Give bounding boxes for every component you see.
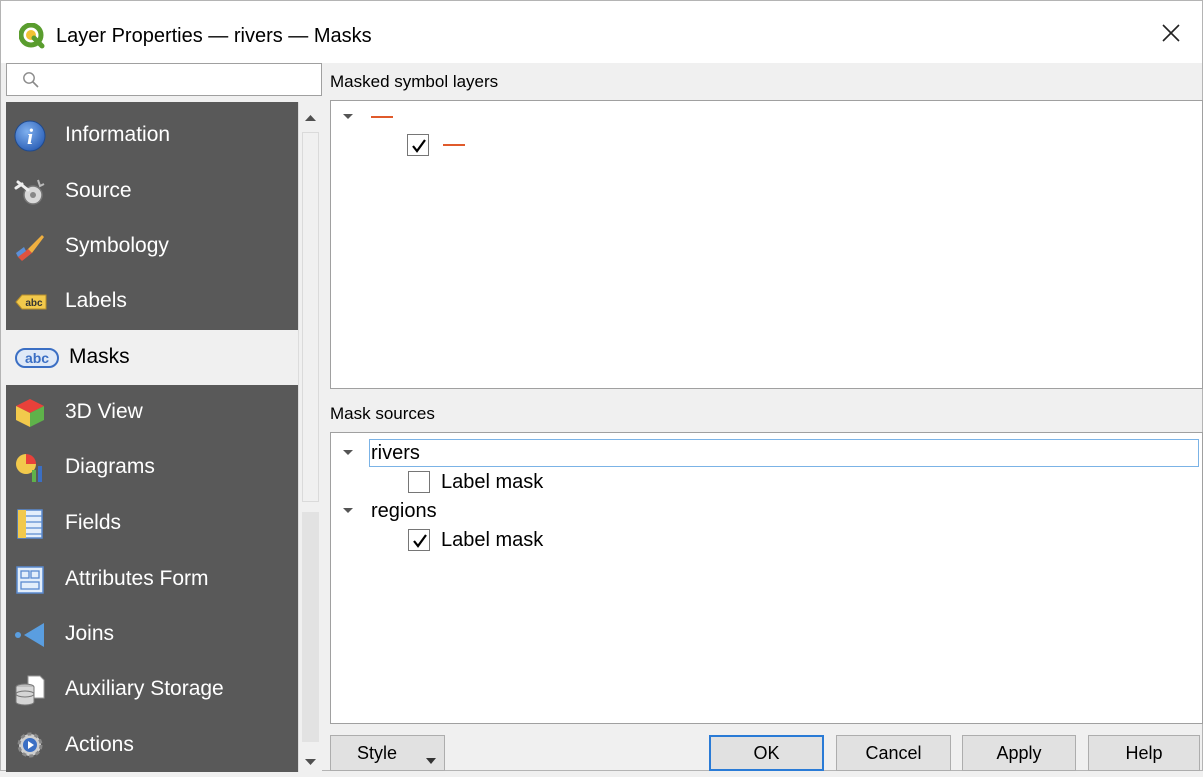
layer-name: rivers bbox=[371, 442, 420, 464]
3d-view-icon bbox=[14, 397, 46, 429]
sidebar-item-auxiliary-storage[interactable]: Auxiliary Storage bbox=[6, 662, 298, 717]
line-symbol-icon bbox=[443, 144, 465, 146]
tree-row-regions-label-mask[interactable]: Label mask bbox=[408, 527, 543, 553]
diagrams-icon bbox=[14, 452, 46, 484]
sidebar-item-label: Diagrams bbox=[65, 455, 155, 478]
search-box[interactable] bbox=[6, 63, 322, 96]
title-bar: Layer Properties — rivers — Masks bbox=[1, 1, 1202, 63]
style-dropdown-button[interactable]: Style bbox=[330, 735, 445, 771]
sidebar-item-label: Symbology bbox=[65, 234, 169, 257]
sidebar-item-source[interactable]: Source bbox=[6, 164, 298, 219]
tree-row-rivers-label-mask[interactable]: Label mask bbox=[408, 469, 543, 495]
sidebar: i Information Source Symbology abc Label… bbox=[6, 63, 322, 772]
close-icon bbox=[1162, 23, 1180, 47]
search-input[interactable] bbox=[47, 67, 317, 93]
nav-list: i Information Source Symbology abc Label… bbox=[6, 102, 298, 772]
layer-name: regions bbox=[371, 500, 437, 522]
scroll-down-arrow-icon[interactable] bbox=[299, 752, 322, 772]
symbol-layer-checkbox[interactable] bbox=[407, 134, 429, 156]
label-mask-checkbox[interactable] bbox=[408, 529, 430, 551]
apply-button[interactable]: Apply bbox=[962, 735, 1076, 771]
ok-button[interactable]: OK bbox=[709, 735, 824, 771]
symbology-icon bbox=[14, 231, 46, 263]
sidebar-item-diagrams[interactable]: Diagrams bbox=[6, 440, 298, 495]
joins-icon bbox=[14, 619, 46, 651]
sidebar-item-label: 3D View bbox=[65, 400, 143, 423]
sidebar-scrollbar[interactable] bbox=[298, 102, 322, 772]
information-icon: i bbox=[14, 120, 46, 152]
expand-arrow-icon[interactable] bbox=[341, 446, 355, 460]
label-mask-checkbox[interactable] bbox=[408, 471, 430, 493]
sidebar-item-label: Masks bbox=[69, 345, 130, 368]
tree-row[interactable] bbox=[407, 132, 465, 158]
sidebar-item-joins[interactable]: Joins bbox=[6, 607, 298, 662]
scroll-up-arrow-icon[interactable] bbox=[299, 108, 322, 128]
layer-properties-dialog: Layer Properties — rivers — Masks i Info… bbox=[0, 0, 1203, 772]
sidebar-item-label: Actions bbox=[65, 733, 134, 756]
line-symbol-icon bbox=[371, 116, 393, 118]
chevron-down-icon bbox=[425, 749, 437, 770]
qgis-icon bbox=[18, 22, 45, 49]
attributes-form-icon bbox=[14, 564, 46, 596]
mask-sources-tree[interactable]: rivers Label mask regions Label mask bbox=[330, 432, 1203, 724]
cancel-button[interactable]: Cancel bbox=[836, 735, 951, 771]
sidebar-item-information[interactable]: i Information bbox=[6, 108, 298, 163]
close-button[interactable] bbox=[1151, 17, 1191, 53]
fields-icon bbox=[14, 508, 46, 540]
sidebar-item-masks[interactable]: abc Masks bbox=[6, 330, 298, 385]
label-mask-text: Label mask bbox=[441, 471, 544, 493]
sidebar-item-label: Labels bbox=[65, 289, 127, 312]
expand-arrow-icon[interactable] bbox=[341, 110, 355, 124]
sidebar-item-label: Joins bbox=[65, 622, 115, 645]
masked-symbol-layers-title: Masked symbol layers bbox=[330, 72, 499, 91]
sidebar-item-labels[interactable]: abc Labels bbox=[6, 274, 298, 329]
mask-sources-title: Mask sources bbox=[330, 404, 435, 423]
sidebar-item-label: Auxiliary Storage bbox=[65, 677, 224, 700]
help-button-label: Help bbox=[1125, 742, 1163, 763]
svg-text:i: i bbox=[27, 124, 34, 149]
selected-row-highlight bbox=[369, 439, 1199, 467]
sidebar-item-label: Source bbox=[65, 179, 132, 202]
sidebar-item-fields[interactable]: Fields bbox=[6, 496, 298, 551]
tree-row-regions[interactable]: regions bbox=[341, 498, 437, 524]
label-mask-text: Label mask bbox=[441, 529, 544, 551]
scroll-track[interactable] bbox=[302, 512, 319, 742]
sidebar-item-label: Information bbox=[65, 123, 171, 146]
sidebar-item-3d-view[interactable]: 3D View bbox=[6, 385, 298, 440]
labels-icon: abc bbox=[14, 286, 47, 318]
auxiliary-storage-icon bbox=[14, 674, 46, 706]
tree-row-rivers[interactable]: rivers bbox=[341, 440, 420, 466]
expand-arrow-icon[interactable] bbox=[341, 504, 355, 518]
masks-icon: abc bbox=[14, 342, 59, 374]
svg-text:abc: abc bbox=[25, 350, 49, 366]
source-icon bbox=[14, 176, 46, 208]
sidebar-item-label: Attributes Form bbox=[65, 567, 209, 590]
svg-text:abc: abc bbox=[25, 298, 43, 309]
help-button[interactable]: Help bbox=[1088, 735, 1200, 771]
style-button-label: Style bbox=[357, 742, 398, 763]
window-title: Layer Properties — rivers — Masks bbox=[56, 25, 372, 47]
scroll-thumb[interactable] bbox=[302, 132, 319, 502]
search-icon bbox=[22, 71, 40, 89]
sidebar-item-label: Fields bbox=[65, 511, 122, 534]
apply-button-label: Apply bbox=[996, 742, 1042, 763]
sidebar-item-symbology[interactable]: Symbology bbox=[6, 219, 298, 274]
actions-icon bbox=[14, 730, 46, 762]
cancel-button-label: Cancel bbox=[865, 742, 922, 763]
sidebar-item-actions[interactable]: Actions bbox=[6, 718, 298, 772]
masked-symbol-layers-tree[interactable] bbox=[330, 100, 1203, 389]
tree-row[interactable] bbox=[341, 104, 393, 130]
ok-button-label: OK bbox=[753, 742, 780, 763]
sidebar-item-attributes-form[interactable]: Attributes Form bbox=[6, 552, 298, 607]
